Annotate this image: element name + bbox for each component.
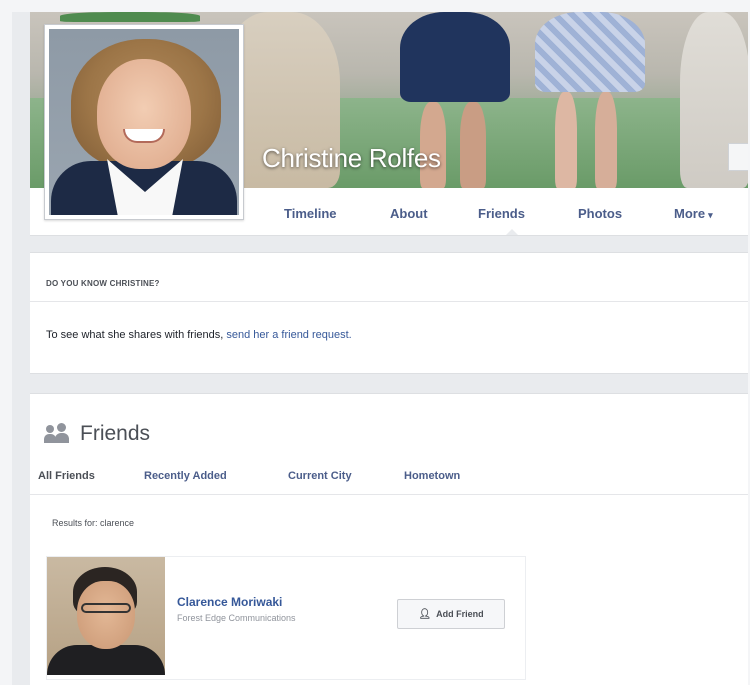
- avatar: [49, 29, 239, 215]
- cover-figure: [535, 12, 645, 92]
- tab-timeline[interactable]: Timeline: [284, 206, 337, 221]
- friend-name-link[interactable]: Clarence Moriwaki: [177, 595, 282, 609]
- add-friend-icon: 👤︎: [418, 608, 432, 620]
- search-results-label: Results for: clarence: [52, 518, 135, 528]
- top-bar: [12, 0, 748, 12]
- list-item: Clarence Moriwaki Forest Edge Communicat…: [46, 556, 526, 680]
- add-friend-label: Add Friend: [436, 609, 484, 619]
- subtab-current-city[interactable]: Current City: [288, 470, 352, 482]
- subtab-recently-added[interactable]: Recently Added: [144, 470, 227, 482]
- profile-picture[interactable]: [44, 24, 244, 220]
- cover-figure: [595, 92, 617, 188]
- do-you-know-heading: DO YOU KNOW CHRISTINE?: [46, 279, 160, 288]
- tab-friends[interactable]: Friends: [478, 206, 525, 221]
- friends-card: Friends All Friends Recently Added Curre…: [30, 393, 748, 685]
- do-you-know-card: DO YOU KNOW CHRISTINE? To see what she s…: [30, 252, 748, 374]
- friend-subtitle: Forest Edge Communications: [177, 613, 296, 623]
- friend-avatar-glasses: [81, 603, 131, 613]
- do-you-know-prefix: To see what she shares with friends,: [46, 329, 227, 341]
- chevron-down-icon: ▾: [708, 210, 713, 220]
- subtab-hometown[interactable]: Hometown: [404, 470, 460, 482]
- cover-figure: [400, 12, 510, 102]
- cover-action-button[interactable]: [728, 143, 748, 171]
- tab-more-label: More: [674, 206, 706, 221]
- cover-figure: [60, 12, 200, 22]
- subtab-all-friends[interactable]: All Friends: [38, 470, 95, 482]
- add-friend-button[interactable]: 👤︎ Add Friend: [397, 599, 505, 629]
- do-you-know-text: To see what she shares with friends, sen…: [46, 329, 352, 341]
- divider: [30, 301, 748, 302]
- tab-about[interactable]: About: [390, 206, 428, 221]
- cover-figure: [555, 92, 577, 188]
- friend-avatar-body: [47, 645, 165, 675]
- friends-header: Friends: [44, 422, 150, 446]
- tab-photos[interactable]: Photos: [578, 206, 622, 221]
- cover-figure: [460, 102, 486, 188]
- friend-avatar-face: [77, 581, 135, 649]
- friend-avatar[interactable]: [47, 557, 165, 675]
- divider: [30, 494, 748, 495]
- active-tab-pointer: [506, 229, 518, 235]
- friends-title[interactable]: Friends: [80, 422, 150, 446]
- profile-name[interactable]: Christine Rolfes: [262, 143, 441, 174]
- send-friend-request-link[interactable]: send her a friend request.: [226, 329, 351, 341]
- avatar-face: [97, 59, 191, 169]
- people-icon: [44, 423, 72, 445]
- tab-more[interactable]: More ▾: [674, 206, 713, 221]
